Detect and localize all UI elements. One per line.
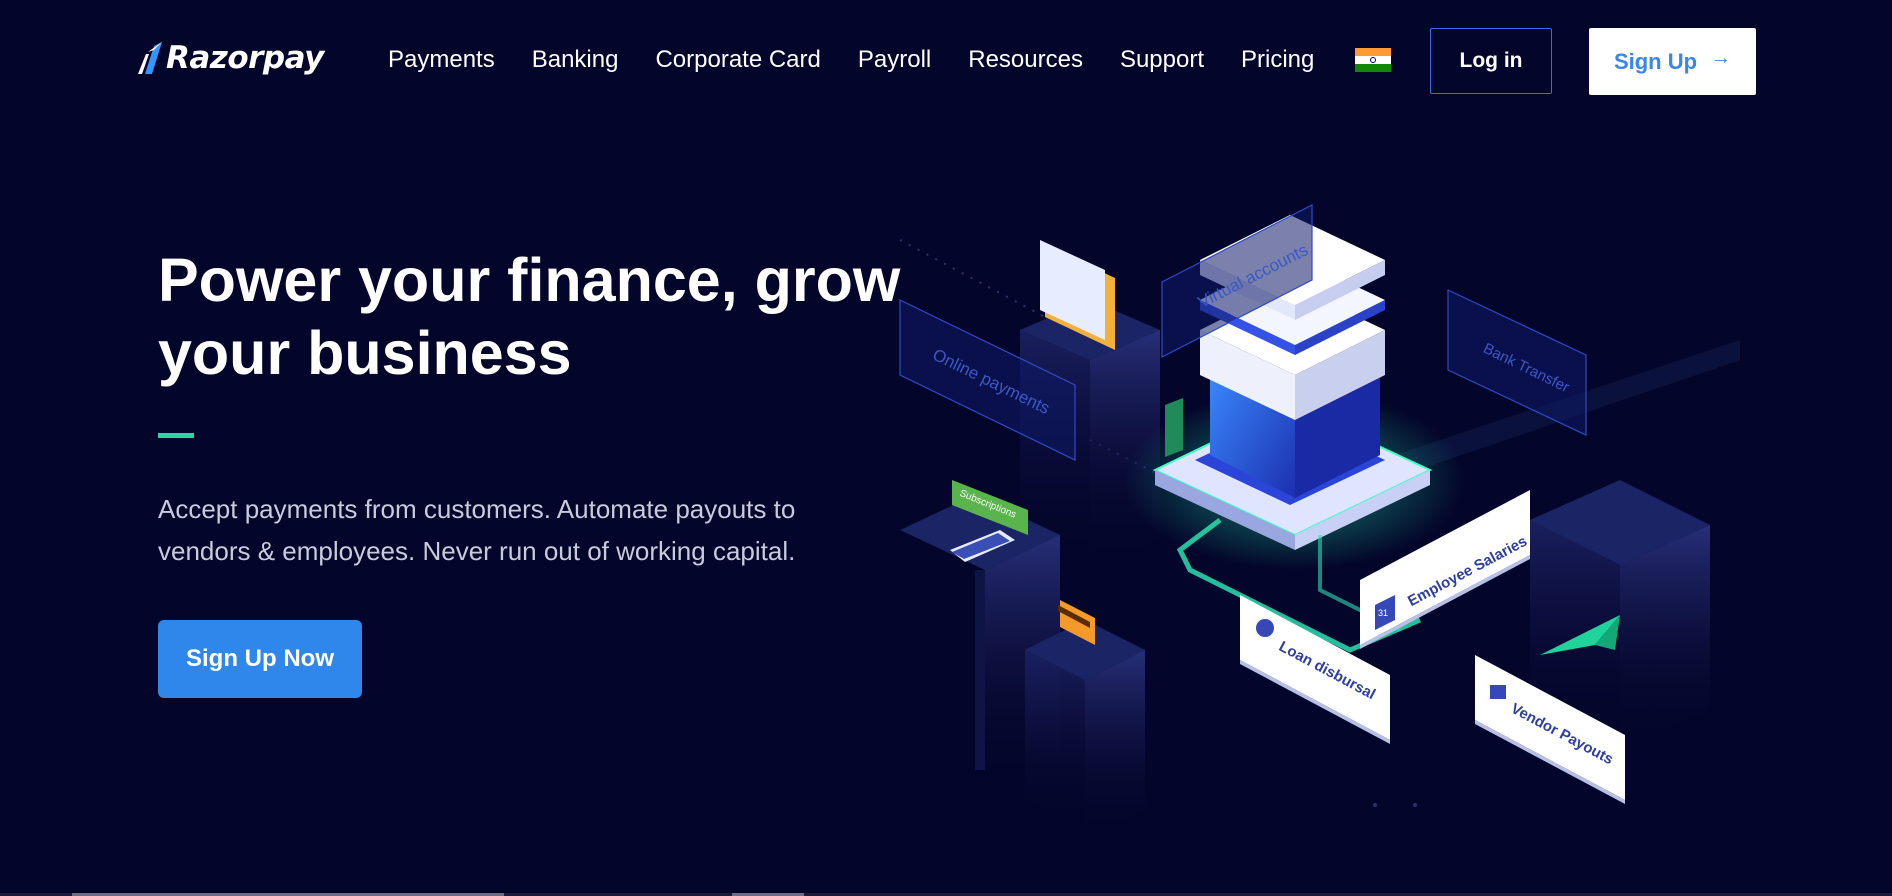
pillar-center-front [1025,620,1145,830]
nav-link-payments[interactable]: Payments [388,46,495,74]
razorpay-landing-page: Razorpay Payments Banking Corporate Card… [0,0,1892,896]
hero-illustration: Virtual accounts Online payments Bank Tr… [890,150,1750,830]
nav-link-corporate-card[interactable]: Corporate Card [655,46,820,74]
login-button[interactable]: Log in [1430,28,1552,94]
accent-divider [158,433,194,438]
isometric-scene [899,204,1740,830]
hero-subtitle: Accept payments from customers. Automate… [158,494,796,566]
hero-title: Power your finance, grow your business [158,246,901,387]
calendar-day-label: 31 [1378,608,1389,618]
nav-links: Payments Banking Corporate Card Payroll … [388,46,1351,74]
brand-name: Razorpay [166,40,324,76]
signup-button[interactable]: Sign Up → [1589,28,1756,95]
arrow-right-icon: → [1711,47,1732,69]
razorpay-logo-icon [138,42,162,74]
top-navigation: Razorpay Payments Banking Corporate Card… [0,0,1892,125]
sign-up-now-button[interactable]: Sign Up Now [158,620,362,698]
nav-link-payroll[interactable]: Payroll [858,46,931,74]
vendor-icon [1490,685,1506,699]
nav-link-pricing[interactable]: Pricing [1241,46,1314,74]
india-flag-icon[interactable] [1355,48,1391,72]
nav-link-resources[interactable]: Resources [968,46,1083,74]
nav-link-support[interactable]: Support [1120,46,1204,74]
signup-button-label: Sign Up [1613,48,1698,74]
nav-link-banking[interactable]: Banking [532,46,619,74]
razorpay-logo[interactable]: Razorpay [136,40,324,76]
loan-icon [1256,619,1274,637]
